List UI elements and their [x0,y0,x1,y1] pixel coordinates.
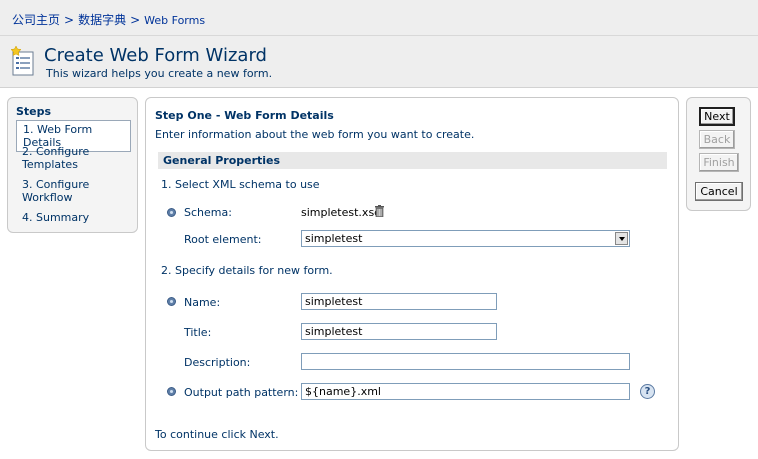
page-title: Create Web Form Wizard [44,45,267,66]
root-element-value: simpletest [305,232,363,245]
name-label: Name: [184,296,221,309]
steps-panel: Steps 1. Web Form Details 2. Configure T… [7,97,138,233]
step-item-configure-templates[interactable]: 2. Configure Templates [16,143,131,173]
title-label: Title: [184,326,212,339]
main-panel: Step One - Web Form Details Enter inform… [145,97,679,451]
output-path-input[interactable]: ${name}.xml [301,383,630,400]
description-label: Description: [184,356,251,369]
breadcrumb-web-forms-link[interactable]: Web Forms [144,14,205,27]
step-item-label: 2. Configure [22,145,90,158]
help-icon[interactable]: ? [640,384,655,399]
header-divider [0,35,758,36]
step-item-label: Templates [22,158,78,171]
step-item-label: Workflow [22,191,73,204]
back-button[interactable]: Back [699,130,735,149]
chevron-down-icon[interactable] [615,232,628,245]
subsection-specify-details: 2. Specify details for new form. [161,264,333,277]
breadcrumb-data-dictionary-link[interactable]: 数据字典 [78,13,126,27]
root-element-select[interactable]: simpletest [301,230,630,247]
next-button[interactable]: Next [699,107,735,126]
schema-value: simpletest.xsd [301,206,382,219]
step-description: Enter information about the web form you… [155,128,475,141]
required-bullet-icon [167,208,176,217]
breadcrumb: 公司主页 > 数据字典 > Web Forms [12,11,205,28]
output-path-label: Output path pattern: [184,386,299,399]
continue-hint: To continue click Next. [155,428,279,441]
wizard-form-icon [10,46,34,76]
step-item-configure-workflow[interactable]: 3. Configure Workflow [16,176,131,206]
header-bar: 公司主页 > 数据字典 > Web Forms Create Web Form Wiza… [0,0,758,88]
name-input[interactable]: simpletest [301,293,497,310]
step-item-summary[interactable]: 4. Summary [16,209,131,226]
step-title: Step One - Web Form Details [155,109,334,122]
cancel-button[interactable]: Cancel [695,182,743,201]
required-bullet-icon [167,297,176,306]
finish-button[interactable]: Finish [699,153,739,172]
wizard-buttons-panel: Next Back Finish Cancel [686,97,751,211]
description-input[interactable] [301,353,630,370]
steps-heading: Steps [16,105,52,118]
schema-label: Schema: [184,206,232,219]
required-bullet-icon [167,387,176,396]
step-item-label: 3. Configure [22,178,90,191]
breadcrumb-home-link[interactable]: 公司主页 [12,13,60,27]
trash-icon[interactable] [375,205,384,217]
page-description: This wizard helps you create a new form. [46,67,273,80]
title-input[interactable]: simpletest [301,323,497,340]
breadcrumb-separator: > [130,13,141,27]
breadcrumb-separator: > [64,13,75,27]
root-element-label: Root element: [184,233,262,246]
section-header-general-properties: General Properties [158,152,667,169]
subsection-select-schema: 1. Select XML schema to use [161,178,320,191]
